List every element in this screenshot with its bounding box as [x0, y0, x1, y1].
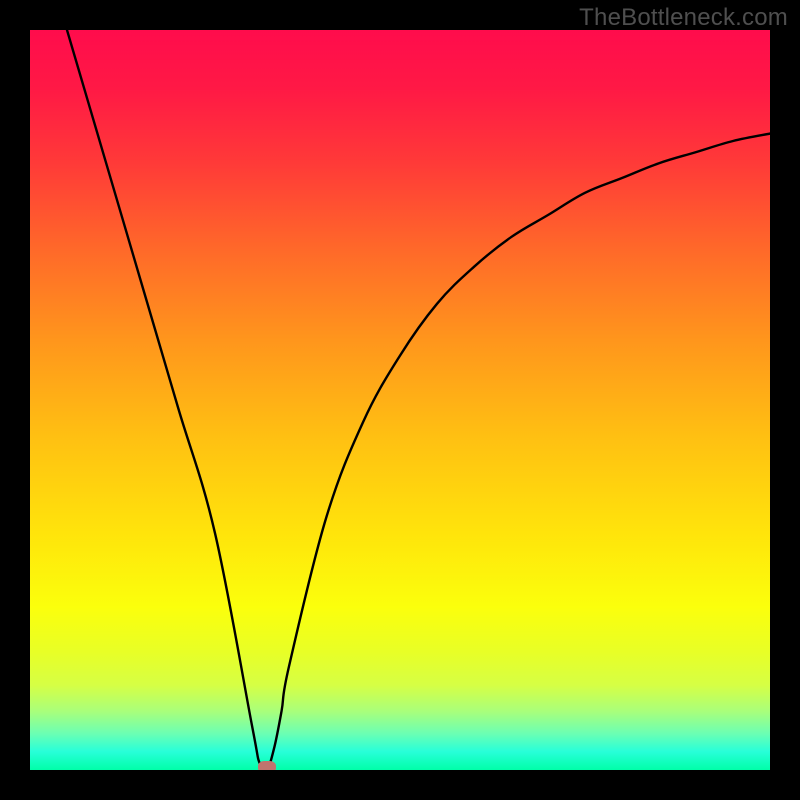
chart-frame: TheBottleneck.com [0, 0, 800, 800]
watermark-text: TheBottleneck.com [579, 4, 788, 32]
optimal-marker [258, 761, 276, 770]
plot-area [30, 30, 770, 770]
bottleneck-curve [30, 30, 770, 770]
